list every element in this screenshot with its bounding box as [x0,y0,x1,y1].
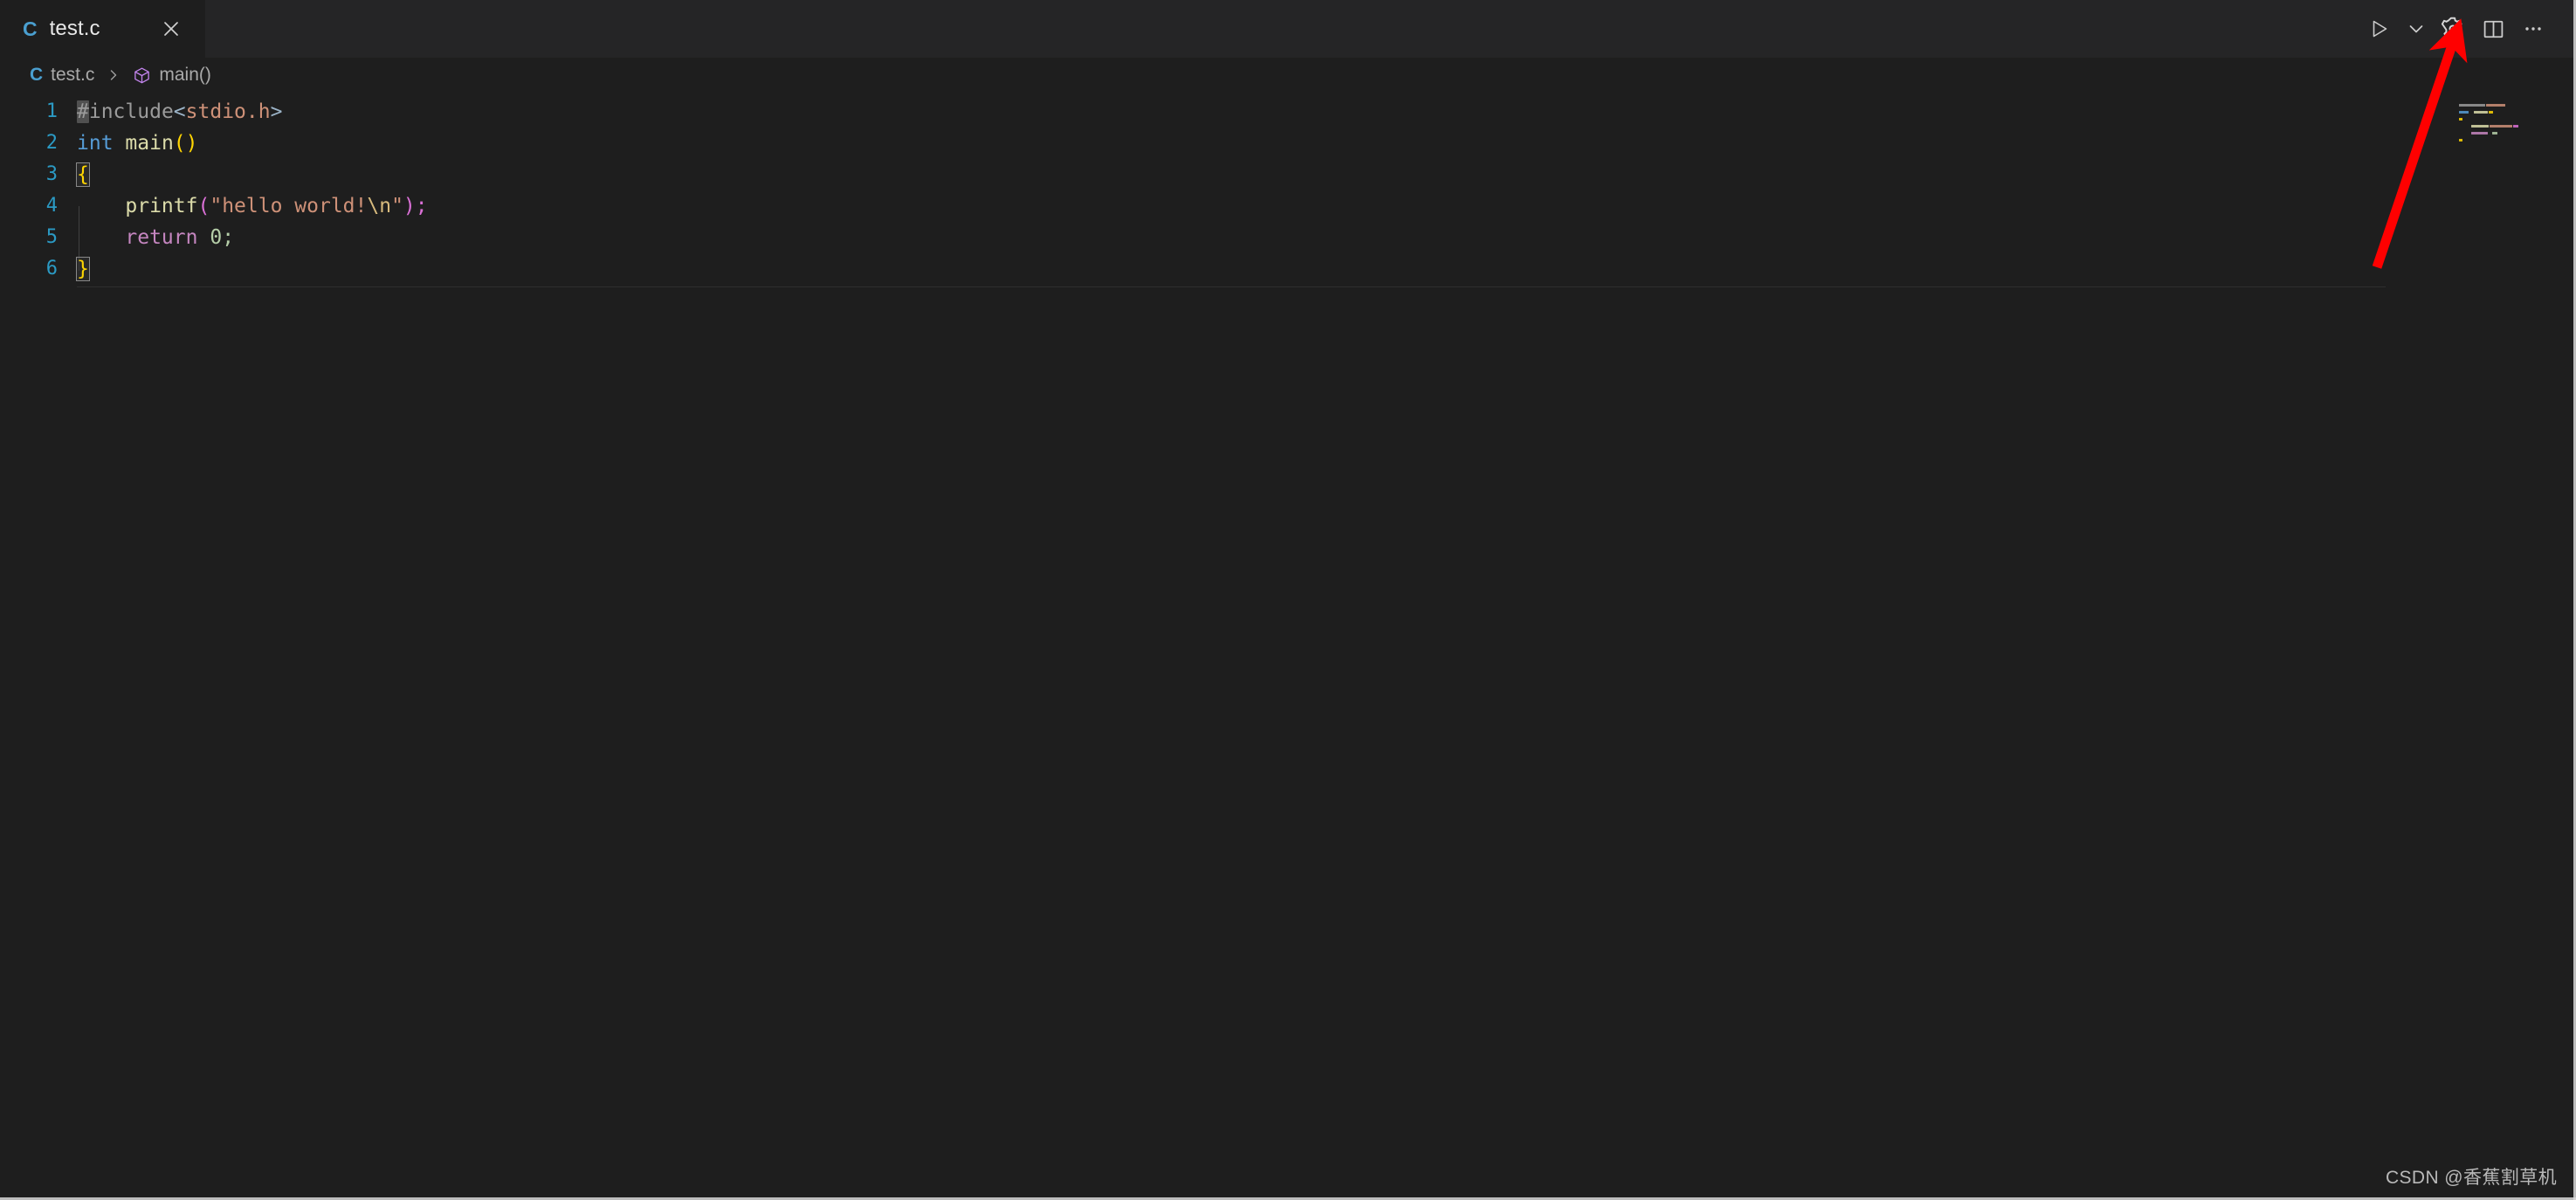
code-content[interactable]: 1 #include<stdio.h> 2 int main() 3{4 printf(… [0,93,2576,1200]
code-line-text: #include<stdio.h> [77,96,282,128]
minimap-rows [2457,101,2562,143]
code-token: ) [403,195,416,217]
code-token: 0 [210,226,223,249]
code-line-text: int main() [77,128,198,159]
tab-label: test.c [49,17,100,40]
code-token: main [125,132,174,155]
line-number: 5 [45,226,58,248]
code-token: > [270,100,283,123]
code-token: stdio.h [185,100,271,123]
code-token: ; [415,195,428,217]
c-file-icon: C [30,65,44,85]
code-token: return [125,226,198,249]
split-editor-icon[interactable] [2473,9,2513,49]
code-line-text: printf("hello world!\n"); [77,190,428,222]
code-line-text: } [76,253,90,285]
code-line[interactable]: 3{ [0,159,2576,190]
minimap-segment [2474,110,2488,114]
editor-actions-toolbar [2359,0,2576,58]
symbol-method-cube-icon [133,66,151,85]
minimap[interactable] [2457,93,2562,1200]
minimap-line [2457,136,2562,143]
tabs-container: C test.c [0,0,2359,58]
editor-tab-bar: C test.c [0,0,2576,58]
code-line[interactable]: 2 int main() [0,128,2576,159]
close-icon[interactable] [158,16,184,42]
run-code-button[interactable] [2359,9,2400,49]
code-token: " [391,195,403,217]
breadcrumb: C test.c main() [0,58,2576,93]
csdn-watermark: CSDN @香蕉割草机 [2385,1168,2557,1188]
code-token: < [173,100,186,123]
code-token: "hello world! [210,195,368,217]
minimap-segment [2459,103,2485,107]
minimap-line [2457,129,2562,136]
code-editor[interactable]: 1 #include<stdio.h> 2 int main() 3{4 printf(… [0,93,2576,1200]
chevron-right-icon [98,68,129,82]
code-token: () [173,132,198,155]
minimap-line [2457,122,2562,129]
breadcrumb-symbol-label: main() [159,65,211,85]
line-number: 4 [45,195,58,217]
chevron-down-icon[interactable] [2400,9,2433,49]
line-number: 2 [45,132,58,154]
minimap-segment [2513,124,2518,128]
breadcrumb-item-file[interactable]: C test.c [26,63,98,87]
minimap-line [2457,101,2562,108]
line-number: 3 [45,163,58,185]
minimap-segment [2459,110,2469,114]
editor-tab-test-c[interactable]: C test.c [0,0,205,58]
code-line[interactable]: 5 return 0; [0,222,2576,253]
code-line[interactable]: 1 #include<stdio.h> [0,96,2576,128]
minimap-line [2457,115,2562,122]
ellipsis-icon[interactable] [2513,9,2553,49]
code-line-text: { [76,159,90,190]
gear-icon[interactable] [2433,9,2473,49]
code-line[interactable]: 4 printf("hello world!\n"); [0,190,2576,222]
minimap-segment [2459,131,2470,134]
minimap-segment [2489,110,2493,114]
breadcrumb-file-label: test.c [51,65,95,85]
minimap-line [2457,108,2562,115]
last-line-divider [77,286,2386,287]
minimap-segment [2471,124,2489,128]
minimap-segment [2469,110,2473,114]
code-line[interactable]: 6} [0,253,2576,285]
minimap-segment [2489,131,2491,134]
vscode-window: C test.c C test.c main() 1 #include<stdi… [0,0,2576,1200]
code-token: ; [222,226,235,249]
minimap-segment [2492,131,2497,134]
minimap-segment [2471,131,2488,134]
minimap-segment [2459,124,2470,128]
line-number: 1 [45,100,58,122]
code-lines: 1 #include<stdio.h> 2 int main() 3{4 printf(… [0,96,2576,285]
code-token: } [76,257,90,281]
code-line-text: return 0; [77,222,234,253]
breadcrumb-item-symbol[interactable]: main() [129,63,215,87]
minimap-segment [2490,124,2512,128]
code-token: \n [367,195,392,217]
minimap-segment [2459,138,2462,141]
code-token: printf [125,195,198,217]
code-token: int [77,132,114,155]
minimap-segment [2459,117,2462,121]
code-token: include [88,100,174,123]
minimap-segment [2486,103,2505,107]
code-token: { [76,162,90,187]
code-token: # [77,100,89,123]
c-file-icon: C [23,17,38,40]
code-token: ( [197,195,210,217]
line-number: 6 [45,258,58,279]
